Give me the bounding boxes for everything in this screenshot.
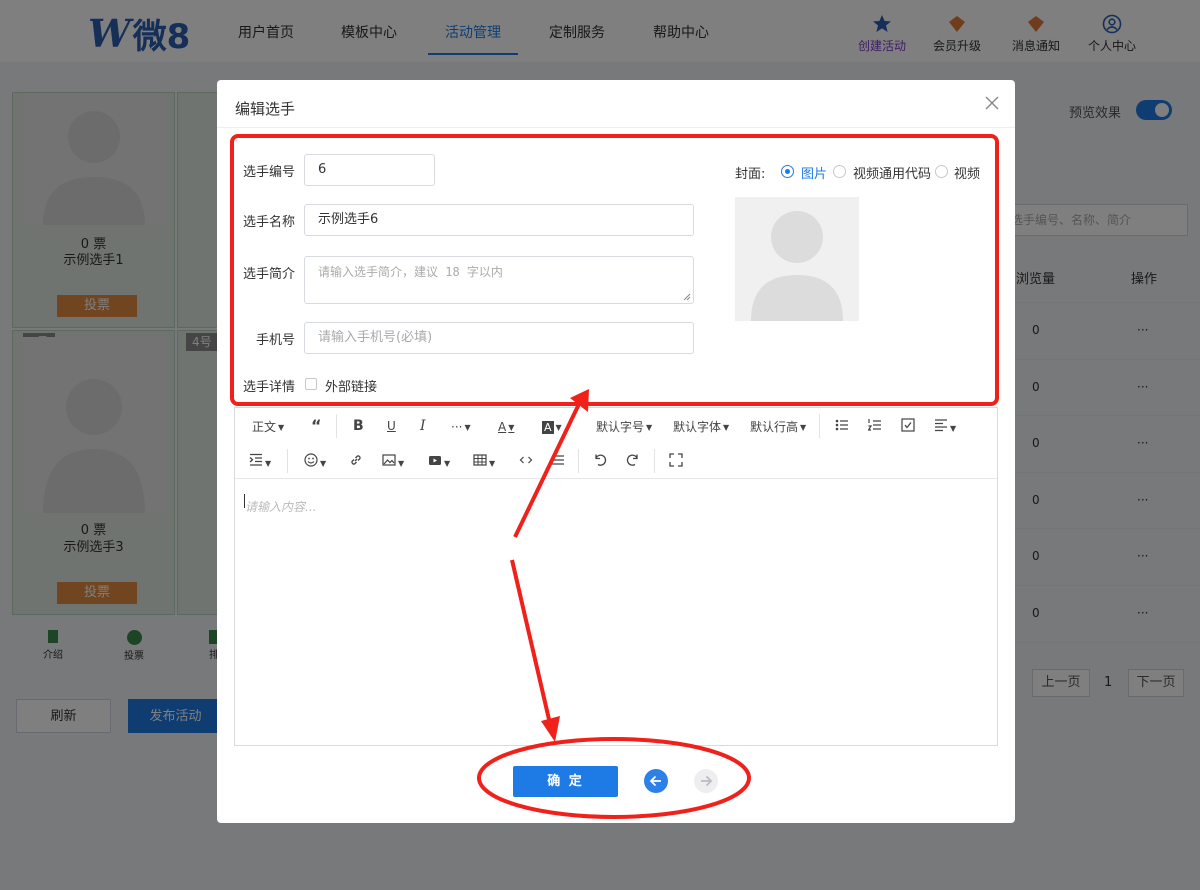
emoji-dropdown[interactable]: ▼ [304,453,326,472]
task-list-icon[interactable] [901,418,915,436]
cover-option-image[interactable]: 图片 [801,163,827,182]
arrow-left-icon [649,775,661,787]
background-color-dropdown[interactable]: A ▼ [542,419,562,436]
align-dropdown[interactable]: ▼ [934,418,956,437]
video-dropdown[interactable]: ▼ [428,453,450,472]
underline-icon[interactable]: U [387,418,396,434]
indent-icon [249,453,262,466]
link-icon[interactable] [349,453,363,471]
close-icon[interactable] [981,92,1003,114]
paragraph-style-dropdown[interactable]: 正文 ▼ [252,419,284,436]
bullet-list-icon[interactable] [835,418,849,436]
code-icon[interactable] [519,453,533,471]
font-family-dropdown[interactable]: 默认字体 ▼ [673,419,729,436]
cover-radio-image[interactable] [781,165,794,178]
dialog-title: 编辑选手 [235,100,296,118]
external-link-label: 外部链接 [325,380,378,395]
next-contestant-button[interactable] [694,769,718,793]
cover-radio-video[interactable] [935,165,948,178]
previous-contestant-button[interactable] [644,769,668,793]
redo-icon[interactable] [626,453,640,471]
cover-label: 封面: [735,167,766,182]
emoji-icon [304,453,318,467]
divider-icon[interactable] [551,453,565,471]
toolbar-divider [287,449,288,473]
cover-image-upload[interactable] [735,197,859,321]
video-icon [429,456,441,465]
table-icon [473,454,487,466]
image-icon [382,454,396,466]
confirm-button[interactable]: 确 定 [513,766,618,797]
toolbar-separator [235,478,997,479]
font-size-label: 默认字号 [596,420,645,434]
phone-label: 手机号 [255,333,295,348]
font-color-label: A [498,420,507,434]
phone-input[interactable]: 请输入手机号(必填) [304,322,694,354]
font-color-dropdown[interactable]: A ▼ [498,419,514,436]
quote-icon[interactable]: “ [311,418,322,434]
editor-placeholder[interactable]: 请输入内容... [245,498,316,515]
table-dropdown[interactable]: ▼ [473,453,495,472]
intro-label: 选手简介 [242,267,295,282]
name-input[interactable]: 示例选手6 [304,204,694,236]
name-label: 选手名称 [242,215,295,230]
toolbar-divider [336,414,337,438]
arrow-right-icon [701,775,713,787]
italic-icon[interactable]: I [420,418,426,434]
line-height-label: 默认行高 [750,420,799,434]
resize-handle-icon[interactable] [683,293,691,301]
rich-text-editor: 正文 ▼ “ B U I ··· ▼ A ▼ A ▼ 默认字号 ▼ 默认字体 ▼ 默认行高 ▼… [234,407,998,746]
toolbar-divider [819,414,820,438]
number-input[interactable]: 6 [304,154,435,186]
intro-placeholder: 请输入选手简介，建议 18 字以内 [318,265,503,279]
cover-option-video-code[interactable]: 视频通用代码 [853,163,931,182]
dialog-header-divider [217,127,1015,128]
avatar-placeholder-icon [751,211,843,321]
undo-icon[interactable] [593,453,607,471]
fullscreen-icon[interactable] [669,453,683,471]
background-color-label: A [542,421,554,434]
font-family-label: 默认字体 [673,420,722,434]
bold-icon[interactable]: B [353,418,364,434]
intro-textarea[interactable]: 请输入选手简介，建议 18 字以内 [304,256,694,304]
indent-dropdown[interactable]: ▼ [249,453,271,472]
cover-radio-video-code[interactable] [833,165,846,178]
paragraph-style-label: 正文 [252,420,277,434]
external-link-checkbox[interactable] [305,378,317,390]
more-format-dropdown[interactable]: ··· ▼ [451,419,471,436]
image-dropdown[interactable]: ▼ [382,453,404,472]
cover-option-video[interactable]: 视频 [954,163,980,182]
line-height-dropdown[interactable]: 默认行高 ▼ [750,419,806,436]
numbered-list-icon[interactable] [867,418,882,436]
align-icon [935,419,947,432]
font-size-dropdown[interactable]: 默认字号 ▼ [596,419,652,436]
toolbar-divider [654,449,655,473]
toolbar-divider [578,449,579,473]
edit-contestant-dialog: 编辑选手 选手编号 6 选手名称 示例选手6 选手简介 请输入选手简介，建议 1… [217,80,1015,823]
more-format-label: ··· [451,420,463,434]
number-label: 选手编号 [242,165,295,180]
detail-label: 选手详情 [242,380,295,395]
